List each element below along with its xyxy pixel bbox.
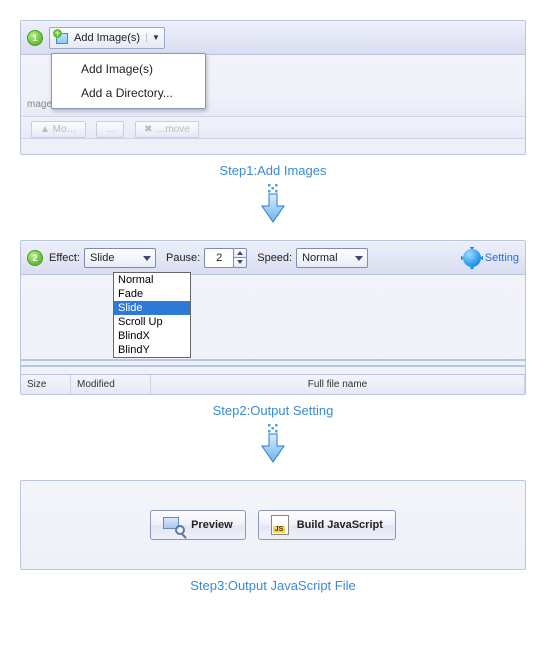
grid-header: Size Modified Full file name bbox=[21, 374, 525, 394]
pause-label: Pause: bbox=[166, 252, 200, 264]
arrow-down-icon-2 bbox=[20, 424, 526, 464]
effect-select[interactable]: Slide bbox=[84, 248, 156, 268]
effect-option-fade[interactable]: Fade bbox=[114, 287, 190, 301]
pause-input[interactable]: 2 bbox=[204, 248, 234, 268]
effect-value: Slide bbox=[90, 252, 114, 264]
panel-output-js: Preview Build JavaScript bbox=[20, 480, 526, 570]
effect-option-scrollup[interactable]: Scroll Up bbox=[114, 315, 190, 329]
panel-output-setting: 2 Effect: Slide Pause: 2 Speed: Normal S… bbox=[20, 240, 526, 395]
faded-btn-1: ▲ Mo… bbox=[31, 121, 86, 138]
faded-btn-2: … bbox=[96, 121, 124, 138]
setting-link[interactable]: Setting bbox=[485, 252, 519, 264]
arrow-down-icon bbox=[20, 184, 526, 224]
effect-option-slide[interactable]: Slide bbox=[114, 301, 190, 315]
gear-icon bbox=[463, 249, 481, 267]
preview-icon bbox=[163, 517, 183, 533]
menu-item-add-directory[interactable]: Add a Directory... bbox=[55, 81, 202, 105]
pause-up-button[interactable] bbox=[233, 248, 247, 258]
effect-option-blindx[interactable]: BlindX bbox=[114, 329, 190, 343]
toolbar-step1: 1 + Add Image(s) ▼ bbox=[21, 21, 525, 55]
effect-dropdown-list: Normal Fade Slide Scroll Up BlindX Blind… bbox=[113, 272, 191, 358]
pause-down-button[interactable] bbox=[233, 258, 247, 268]
add-images-label: Add Image(s) bbox=[74, 32, 140, 44]
build-label: Build JavaScript bbox=[297, 519, 383, 531]
add-images-dropdown: Add Image(s) Add a Directory... bbox=[51, 53, 206, 109]
col-size[interactable]: Size bbox=[21, 375, 71, 394]
step2-caption: Step2:Output Setting bbox=[20, 403, 526, 418]
speed-value: Normal bbox=[302, 252, 337, 264]
dropdown-caret-icon[interactable]: ▼ bbox=[146, 33, 160, 42]
js-file-icon bbox=[271, 515, 289, 535]
speed-label: Speed: bbox=[257, 252, 292, 264]
pause-spinner bbox=[233, 248, 247, 268]
pause-value: 2 bbox=[216, 252, 222, 264]
add-image-icon: + bbox=[54, 30, 70, 46]
col-modified[interactable]: Modified bbox=[71, 375, 151, 394]
toolbar-step2: 2 Effect: Slide Pause: 2 Speed: Normal S… bbox=[21, 241, 525, 275]
step-2-badge: 2 bbox=[27, 250, 43, 266]
effect-label: Effect: bbox=[49, 252, 80, 264]
add-images-button[interactable]: + Add Image(s) ▼ bbox=[49, 27, 165, 49]
preview-label: Preview bbox=[191, 519, 233, 531]
panel-add-images: 1 + Add Image(s) ▼ Add Image(s) Add a Di… bbox=[20, 20, 526, 155]
faded-toolbar-row: ▲ Mo… … ✖ …move bbox=[21, 117, 525, 139]
speed-select[interactable]: Normal bbox=[296, 248, 368, 268]
faded-btn-3: ✖ …move bbox=[135, 121, 199, 138]
step1-caption: Step1:Add Images bbox=[20, 163, 526, 178]
step-1-badge: 1 bbox=[27, 30, 43, 46]
build-js-button[interactable]: Build JavaScript bbox=[258, 510, 396, 540]
preview-button[interactable]: Preview bbox=[150, 510, 246, 540]
effect-option-blindy[interactable]: BlindY bbox=[114, 343, 190, 357]
effect-option-normal[interactable]: Normal bbox=[114, 273, 190, 287]
menu-item-add-images[interactable]: Add Image(s) bbox=[55, 57, 202, 81]
step3-caption: Step3:Output JavaScript File bbox=[20, 578, 526, 593]
col-fullname[interactable]: Full file name bbox=[151, 375, 525, 394]
